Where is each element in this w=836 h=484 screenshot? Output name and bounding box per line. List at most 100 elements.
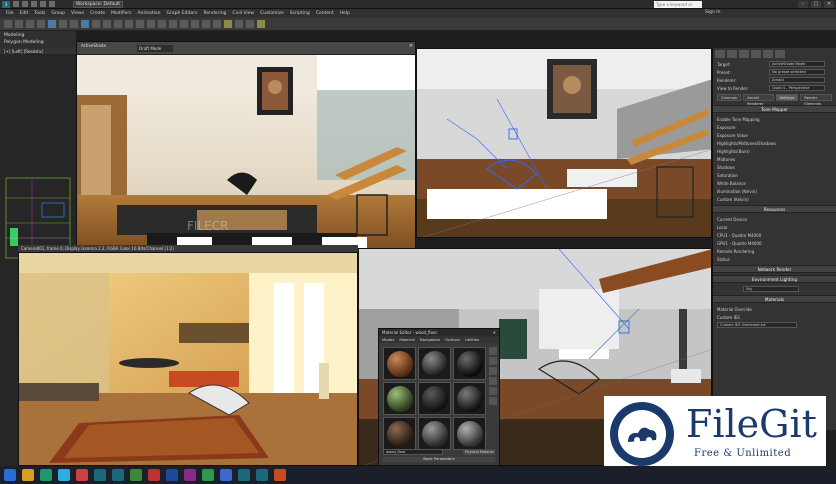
save-file-icon[interactable] xyxy=(31,1,37,7)
maximize-button[interactable]: □ xyxy=(811,1,821,8)
app-icon[interactable] xyxy=(76,469,88,481)
left-viewport-label[interactable]: [+] [Left] [Realistic] xyxy=(2,49,46,54)
rotate-icon[interactable] xyxy=(92,20,100,28)
rollout-basic-parameters[interactable]: Basic Parameters xyxy=(383,457,495,462)
tone-row[interactable]: Midtones xyxy=(713,155,836,163)
backlight-icon[interactable] xyxy=(489,357,497,365)
tab-arnold-renderer[interactable]: Arnold Renderer xyxy=(743,94,774,106)
select-icon[interactable] xyxy=(48,20,56,28)
snap-icon[interactable] xyxy=(136,20,144,28)
explorer-icon[interactable] xyxy=(22,469,34,481)
angle-snap-icon[interactable] xyxy=(147,20,155,28)
menu-create[interactable]: Create xyxy=(90,11,105,16)
network-render-rollout[interactable]: Network Render xyxy=(713,265,836,273)
schematic-view-icon[interactable] xyxy=(213,20,221,28)
resource-row[interactable]: GPU1 - Quadro M4000 xyxy=(713,239,836,247)
reference-coord-icon[interactable] xyxy=(114,20,122,28)
close-icon[interactable]: ✕ xyxy=(493,329,496,336)
create-tab-icon[interactable] xyxy=(715,50,725,58)
workspace-select[interactable]: Workspace: Default xyxy=(73,0,123,8)
target-select[interactable]: ActiveShade Mode xyxy=(769,61,825,67)
tone-row[interactable]: Custom (Kelvin) xyxy=(713,195,836,203)
custom-ies-row[interactable]: Custom IES xyxy=(713,313,836,321)
material-slot[interactable] xyxy=(418,382,451,415)
pivot-icon[interactable] xyxy=(125,20,133,28)
material-slot[interactable] xyxy=(453,347,486,380)
unlink-icon[interactable] xyxy=(37,20,45,28)
rendered-frame-icon[interactable] xyxy=(246,20,254,28)
new-file-icon[interactable] xyxy=(13,1,19,7)
sample-type-icon[interactable] xyxy=(489,347,497,355)
resource-row[interactable]: Local xyxy=(713,223,836,231)
me-menu-navigation[interactable]: Navigation xyxy=(420,336,440,343)
hierarchy-tab-icon[interactable] xyxy=(739,50,749,58)
menu-graph-editors[interactable]: Graph Editors xyxy=(167,11,198,16)
start-icon[interactable] xyxy=(4,469,16,481)
material-type-button[interactable]: Physical Material xyxy=(463,449,495,455)
sign-in-link[interactable]: Sign In xyxy=(705,10,720,15)
background-icon[interactable] xyxy=(489,367,497,375)
redo-icon[interactable] xyxy=(49,1,55,7)
menu-scripting[interactable]: Scripting xyxy=(290,11,310,16)
search-input[interactable]: Type a keyword or phrase xyxy=(654,1,702,14)
3dsmax-icon[interactable] xyxy=(238,469,250,481)
menu-file[interactable]: File xyxy=(6,11,14,16)
me-menu-options[interactable]: Options xyxy=(445,336,460,343)
scale-icon[interactable] xyxy=(103,20,111,28)
resource-row[interactable]: Status xyxy=(713,255,836,263)
align-icon[interactable] xyxy=(180,20,188,28)
modify-tab-icon[interactable] xyxy=(727,50,737,58)
select-by-name-icon[interactable] xyxy=(59,20,67,28)
3dsmax-icon[interactable] xyxy=(256,469,268,481)
menu-group[interactable]: Group xyxy=(51,11,65,16)
options-icon[interactable] xyxy=(489,397,497,405)
tab-common[interactable]: Common xyxy=(717,94,742,101)
tab-settings[interactable]: Settings xyxy=(775,94,799,101)
render-preset-select[interactable]: Draft Mode xyxy=(137,45,173,52)
app-icon[interactable] xyxy=(130,469,142,481)
resource-row[interactable]: Remote Rendering xyxy=(713,247,836,255)
resource-row[interactable]: Current Device xyxy=(713,215,836,223)
app-icon[interactable] xyxy=(148,469,160,481)
app-icon[interactable] xyxy=(58,469,70,481)
video-check-icon[interactable] xyxy=(489,387,497,395)
utilities-tab-icon[interactable] xyxy=(775,50,785,58)
region-select-icon[interactable] xyxy=(70,20,78,28)
menu-edit[interactable]: Edit xyxy=(20,11,29,16)
tab-render-elements[interactable]: Render Elements xyxy=(800,94,832,106)
tone-row[interactable]: Enable Tone Mapping xyxy=(713,115,836,123)
material-slot[interactable] xyxy=(383,382,416,415)
view-to-render-select[interactable]: Quad 4 - Perspective xyxy=(769,85,825,91)
resource-row[interactable]: CPU1 - Quadro M4000 xyxy=(713,231,836,239)
motion-tab-icon[interactable] xyxy=(751,50,761,58)
close-button[interactable]: ✕ xyxy=(824,1,834,8)
material-override-row[interactable]: Material Override xyxy=(713,305,836,313)
tone-row[interactable]: White Balance xyxy=(713,179,836,187)
undo-icon[interactable] xyxy=(40,1,46,7)
app-icon[interactable] xyxy=(274,469,286,481)
excel-icon[interactable] xyxy=(202,469,214,481)
layer-explorer-icon[interactable] xyxy=(191,20,199,28)
display-tab-icon[interactable] xyxy=(763,50,773,58)
curve-editor-icon[interactable] xyxy=(202,20,210,28)
tone-row[interactable]: Illumination (Kelvin) xyxy=(713,187,836,195)
materials-rollout[interactable]: Materials xyxy=(713,295,836,303)
me-menu-utilities[interactable]: Utilities xyxy=(465,336,479,343)
3dsmax-icon[interactable] xyxy=(112,469,124,481)
renderer-select[interactable]: Arnold xyxy=(769,77,825,83)
rendered-frame-window[interactable] xyxy=(18,252,358,466)
preset-select[interactable]: No preset selected xyxy=(769,69,825,75)
minimize-button[interactable]: – xyxy=(798,1,808,8)
redo-tool-icon[interactable] xyxy=(15,20,23,28)
3dsmax-icon[interactable] xyxy=(94,469,106,481)
material-slot[interactable] xyxy=(418,347,451,380)
word-icon[interactable] xyxy=(220,469,232,481)
app-icon[interactable] xyxy=(184,469,196,481)
app-logo-icon[interactable]: 3 xyxy=(2,0,10,8)
render-icon[interactable] xyxy=(257,20,265,28)
menu-tools[interactable]: Tools xyxy=(34,11,45,16)
menu-modifiers[interactable]: Modifiers xyxy=(111,11,132,16)
open-file-icon[interactable] xyxy=(22,1,28,7)
environment-lighting-rollout[interactable]: Environment Lighting xyxy=(713,275,836,283)
menu-views[interactable]: Views xyxy=(71,11,84,16)
